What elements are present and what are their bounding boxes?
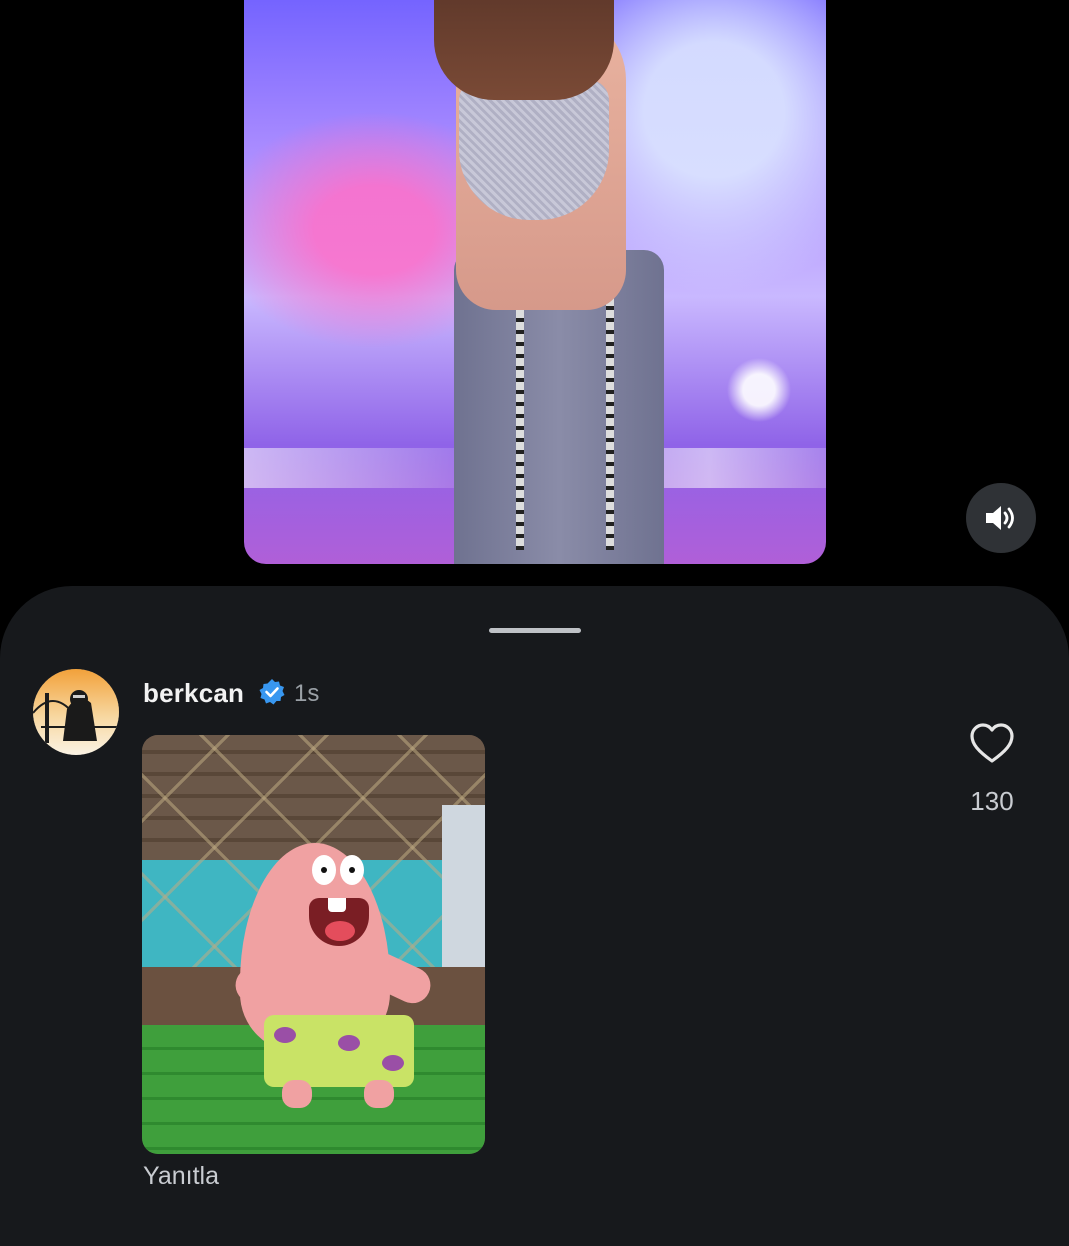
- performer-top: [459, 80, 609, 220]
- pants-lacing: [516, 270, 524, 550]
- comment-username[interactable]: berkcan: [143, 678, 244, 709]
- performer-hair: [434, 0, 614, 100]
- media-viewer: [0, 0, 1069, 600]
- comment-gif[interactable]: [142, 735, 485, 1154]
- reply-button[interactable]: Yanıtla: [143, 1162, 219, 1191]
- pants-lacing: [606, 270, 614, 550]
- video-post[interactable]: [244, 0, 826, 564]
- sheet-drag-handle[interactable]: [489, 628, 581, 633]
- sound-toggle-button[interactable]: [966, 483, 1036, 553]
- avatar-image: [33, 669, 119, 755]
- avatar[interactable]: [33, 669, 119, 755]
- speaker-on-icon: [986, 506, 1014, 530]
- comments-sheet: berkcan 1s Yanıtla 130: [0, 586, 1069, 1246]
- heart-outline-icon[interactable]: [968, 720, 1016, 768]
- like-count: 130: [970, 786, 1014, 816]
- verified-badge-icon: [259, 679, 285, 705]
- comment-timestamp: 1s: [294, 680, 320, 707]
